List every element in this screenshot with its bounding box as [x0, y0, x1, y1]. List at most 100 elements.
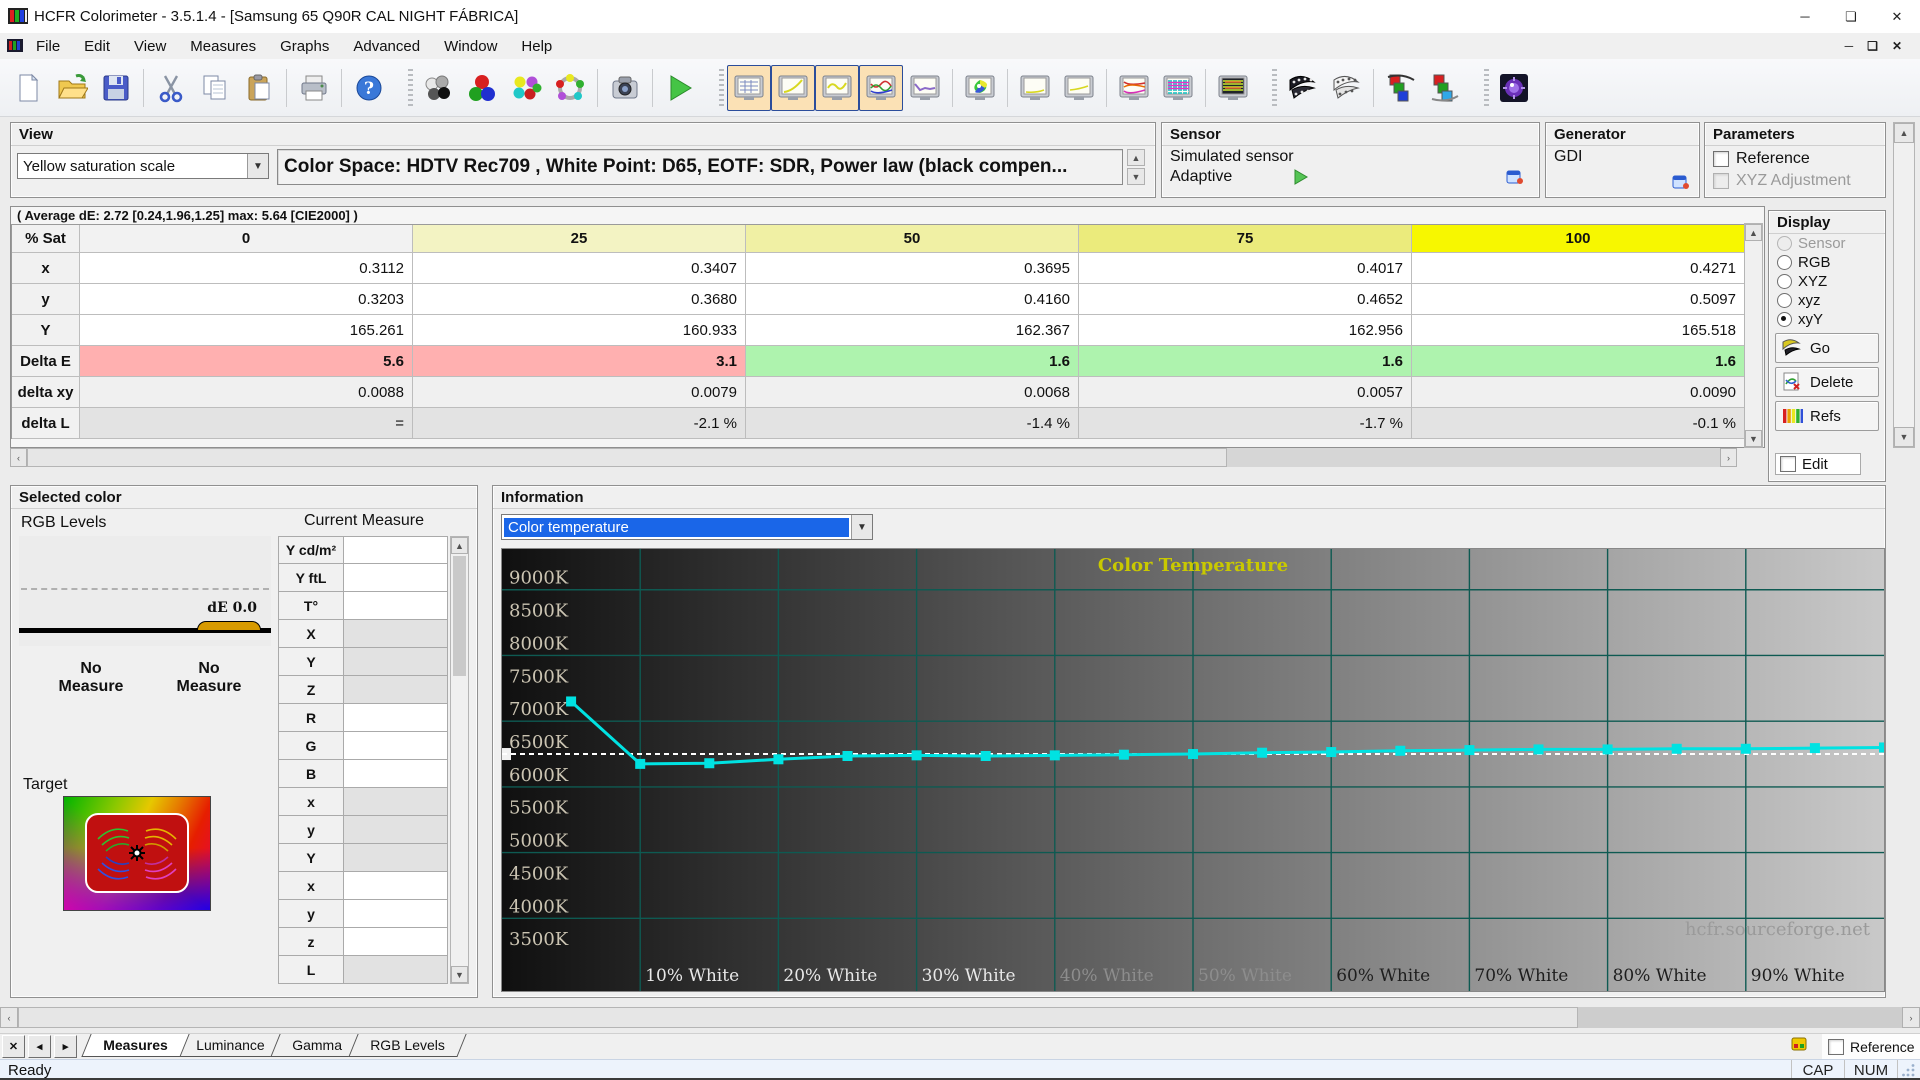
tab-close-icon[interactable]: ✕ — [2, 1035, 25, 1058]
film-light-icon[interactable] — [1324, 65, 1368, 111]
view-free-measures-icon[interactable] — [1211, 65, 1255, 111]
main-scroll-left-icon[interactable]: ‹ — [0, 1007, 18, 1028]
new-file-icon[interactable] — [6, 65, 50, 111]
delete-button[interactable]: Delete — [1775, 367, 1879, 397]
menu-item-graphs[interactable]: Graphs — [268, 35, 341, 58]
table-cell[interactable]: 1.6 — [746, 346, 1079, 377]
film-dark-icon[interactable] — [1280, 65, 1324, 111]
display-radio-xyz[interactable]: XYZ — [1769, 272, 1885, 291]
film-rgb-2-icon[interactable] — [1423, 65, 1467, 111]
target-gamut-image[interactable] — [63, 796, 211, 911]
table-cell[interactable]: -1.4 % — [746, 408, 1079, 439]
scroll-up-icon[interactable]: ▲ — [1894, 123, 1914, 143]
save-file-icon[interactable] — [94, 65, 138, 111]
sensor-config-icon[interactable] — [1505, 168, 1525, 186]
mdi-close-icon[interactable]: ✕ — [1892, 39, 1902, 53]
close-button[interactable]: ✕ — [1874, 0, 1920, 33]
table-cell[interactable]: 0.4160 — [746, 284, 1079, 315]
column-header-75[interactable]: 75 — [1079, 225, 1412, 253]
menu-item-file[interactable]: File — [24, 35, 72, 58]
table-cell[interactable]: 0.0088 — [80, 377, 413, 408]
reference-toggle-checkbox[interactable] — [1828, 1038, 1844, 1055]
view-measures-histo-icon[interactable] — [1156, 65, 1200, 111]
menu-item-window[interactable]: Window — [432, 35, 509, 58]
table-cell[interactable]: -2.1 % — [413, 408, 746, 439]
information-dropdown[interactable]: Color temperature ▼ — [501, 514, 873, 540]
table-cell[interactable]: 0.0068 — [746, 377, 1079, 408]
spinner-down-icon[interactable]: ▼ — [1127, 168, 1145, 185]
table-vertical-scrollbar[interactable]: ▲ ▼ — [1744, 223, 1763, 448]
reference-checkbox[interactable] — [1713, 151, 1729, 167]
table-cell[interactable]: 3.1 — [413, 346, 746, 377]
table-cell[interactable]: 0.4017 — [1079, 253, 1412, 284]
display-radio-xyy[interactable]: xyY — [1769, 310, 1885, 329]
column-header-100[interactable]: 100 — [1412, 225, 1745, 253]
copy-icon[interactable] — [193, 65, 237, 111]
view-cie-chart-icon[interactable] — [958, 65, 1002, 111]
table-cell[interactable]: 0.3407 — [413, 253, 746, 284]
mdi-minimize-icon[interactable]: ─ — [1845, 39, 1854, 53]
table-cell[interactable]: 0.0079 — [413, 377, 746, 408]
measure-table[interactable]: % Sat 0 25 50 75 100 x 0.3112 0.3407 0.3695 0.4017… — [11, 224, 1745, 439]
column-header-0[interactable]: 0 — [80, 225, 413, 253]
menu-item-advanced[interactable]: Advanced — [341, 35, 432, 58]
go-button[interactable]: Go — [1775, 333, 1879, 363]
table-scroll-left-icon[interactable]: ‹ — [10, 448, 27, 467]
open-file-icon[interactable] — [50, 65, 94, 111]
play-icon[interactable] — [1292, 169, 1310, 185]
table-cell[interactable]: 1.6 — [1412, 346, 1745, 377]
table-scroll-up-icon[interactable]: ▲ — [1745, 224, 1762, 241]
display-radio-xyz[interactable]: xyz — [1769, 291, 1885, 310]
view-near-black-icon[interactable] — [1013, 65, 1057, 111]
table-horizontal-scrollbar[interactable]: ‹ › — [10, 448, 1737, 467]
table-cell[interactable]: 0.4271 — [1412, 253, 1745, 284]
view-rgb-levels-icon[interactable] — [859, 64, 903, 111]
tab-next-icon[interactable]: ▸ — [54, 1035, 77, 1058]
help-icon[interactable]: ? — [347, 65, 391, 111]
edit-checkbox-row[interactable]: Edit — [1775, 453, 1861, 475]
menu-item-measures[interactable]: Measures — [178, 35, 268, 58]
cut-icon[interactable] — [149, 65, 193, 111]
table-cell[interactable]: 0.3112 — [80, 253, 413, 284]
table-cell[interactable]: = — [80, 408, 413, 439]
table-cell[interactable]: 5.6 — [80, 346, 413, 377]
reference-checkbox-row[interactable]: Reference — [1705, 146, 1885, 170]
table-cell[interactable]: -1.7 % — [1079, 408, 1412, 439]
view-color-tracking-icon[interactable] — [1112, 65, 1156, 111]
measure-secondaries-icon[interactable] — [504, 65, 548, 111]
tab-luminance[interactable]: Luminance — [173, 1034, 286, 1057]
view-luminance-icon[interactable] — [771, 64, 815, 111]
measure-primaries-icon[interactable] — [460, 65, 504, 111]
hcfr-settings-icon[interactable] — [1492, 65, 1536, 111]
table-cell[interactable]: 1.6 — [1079, 346, 1412, 377]
tab-rgb-levels[interactable]: RGB Levels — [348, 1034, 467, 1057]
minimize-button[interactable]: ─ — [1782, 0, 1828, 33]
menu-item-view[interactable]: View — [122, 35, 178, 58]
measure-saturations-icon[interactable] — [548, 65, 592, 111]
table-cell[interactable]: 0.5097 — [1412, 284, 1745, 315]
main-scroll-right-icon[interactable]: › — [1902, 1007, 1920, 1028]
film-rgb-1-icon[interactable] — [1379, 65, 1423, 111]
main-horizontal-scrollbar[interactable]: ‹ › — [0, 1007, 1920, 1028]
view-type-dropdown[interactable]: Yellow saturation scale ▼ — [17, 153, 269, 179]
mdi-restore-icon[interactable]: ❏ — [1867, 39, 1878, 53]
display-radio-rgb[interactable]: RGB — [1769, 253, 1885, 272]
table-cell[interactable]: 162.367 — [746, 315, 1079, 346]
spinner-up-icon[interactable]: ▲ — [1127, 149, 1145, 166]
view-color-temperature-icon[interactable] — [903, 65, 947, 111]
menu-item-help[interactable]: Help — [509, 35, 564, 58]
table-cell[interactable]: 162.956 — [1079, 315, 1412, 346]
reference-toggle-row[interactable]: Reference — [1822, 1034, 1920, 1059]
window-vertical-scrollbar[interactable]: ▲ ▼ — [1893, 122, 1915, 448]
view-measures-table-icon[interactable] — [727, 64, 771, 111]
maximize-button[interactable]: ❏ — [1828, 0, 1874, 33]
table-cell[interactable]: 165.261 — [80, 315, 413, 346]
scroll-down-icon[interactable]: ▼ — [1894, 427, 1914, 447]
column-header-25[interactable]: 25 — [413, 225, 746, 253]
cm-scroll-down-icon[interactable]: ▼ — [451, 966, 468, 983]
cm-scroll-up-icon[interactable]: ▲ — [451, 537, 468, 554]
paste-icon[interactable] — [237, 65, 281, 111]
table-scroll-right-icon[interactable]: › — [1720, 448, 1737, 467]
table-scroll-down-icon[interactable]: ▼ — [1745, 430, 1762, 447]
column-header-50[interactable]: 50 — [746, 225, 1079, 253]
